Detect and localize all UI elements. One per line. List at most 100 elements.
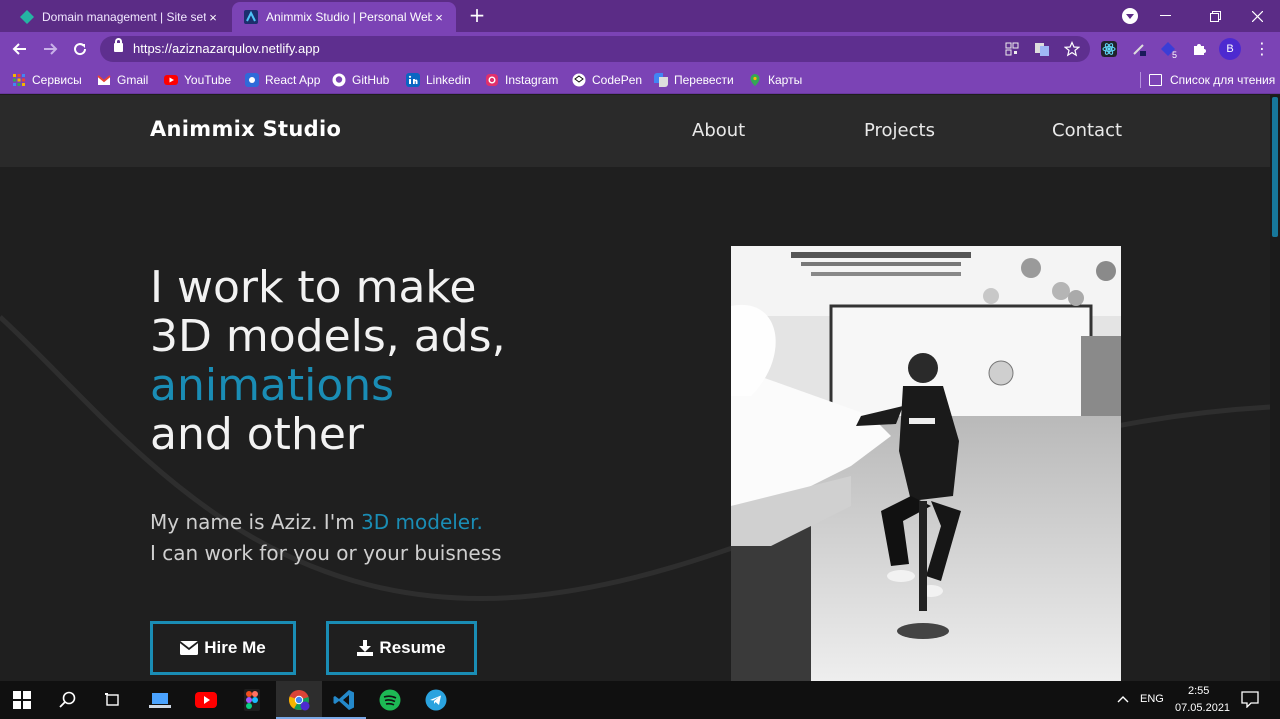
restore-icon <box>1209 10 1221 22</box>
github-icon <box>332 73 346 87</box>
lock-icon <box>114 38 123 52</box>
bookmark-github[interactable]: GitHub <box>332 71 389 89</box>
bookmark-instagram[interactable]: Instagram <box>485 71 558 89</box>
extensions-puzzle-icon[interactable] <box>1191 41 1207 57</box>
button-label: Hire Me <box>204 638 266 657</box>
minimize-button[interactable] <box>1142 0 1188 32</box>
back-icon[interactable] <box>10 39 30 59</box>
netlify-icon <box>20 10 34 24</box>
bookmark-label: React App <box>265 73 321 87</box>
color-picker-icon[interactable] <box>1131 41 1147 57</box>
profile-photo <box>731 246 1121 681</box>
site-logo[interactable]: Animmix Studio <box>150 117 341 141</box>
bookmark-maps[interactable]: Карты <box>748 71 802 89</box>
apps-icon <box>13 74 25 86</box>
taskbar-spotify-app[interactable] <box>378 688 402 712</box>
search-icon <box>59 691 76 708</box>
maps-icon <box>750 74 760 86</box>
notifications-icon[interactable] <box>1241 691 1259 708</box>
intro-line: I can work for you or your buisness <box>150 541 502 565</box>
show-hidden-icons-icon[interactable] <box>1117 694 1129 704</box>
envelope-icon <box>180 641 199 655</box>
hero-line-accent: animations <box>150 360 395 411</box>
close-icon <box>1251 10 1263 22</box>
intro-role: 3D modeler. <box>361 510 483 534</box>
browser-menu-icon[interactable]: ⋮ <box>1254 40 1270 58</box>
taskbar-telegram-app[interactable] <box>424 688 448 712</box>
bookmark-label: YouTube <box>184 73 232 87</box>
address-bar[interactable]: https://aziznazarqulov.netlify.app <box>100 36 1090 62</box>
bookmark-youtube[interactable]: YouTube <box>164 71 231 89</box>
translate-page-icon[interactable] <box>1034 41 1050 57</box>
tab-close-icon[interactable]: × <box>206 10 220 25</box>
browser-tab-strip: Domain management | Site settin × Animmi… <box>0 0 1280 32</box>
close-window-button[interactable] <box>1234 0 1280 32</box>
forward-icon[interactable] <box>40 39 60 59</box>
bookmark-label: CodePen <box>592 73 643 87</box>
windows-start-icon <box>13 691 31 709</box>
taskbar-figma-app[interactable] <box>240 688 264 712</box>
tab-search-icon[interactable] <box>1122 8 1138 24</box>
url-text: https://aziznazarqulov.netlify.app <box>133 41 320 56</box>
language-indicator[interactable]: ENG <box>1140 693 1164 705</box>
button-label: Resume <box>379 638 446 657</box>
hero-intro: My name is Aziz. I'm 3D modeler. I can w… <box>150 507 502 569</box>
taskbar-chrome-app[interactable] <box>287 688 311 712</box>
bookmark-label: Linkedin <box>426 73 471 87</box>
bookmark-label: GitHub <box>352 73 390 87</box>
browser-toolbar: https://aziznazarqulov.netlify.app 5 <box>0 32 1280 66</box>
task-view-button[interactable] <box>101 688 125 712</box>
hire-me-button[interactable]: Hire Me <box>150 621 296 675</box>
laptop-icon <box>149 693 171 708</box>
resume-button[interactable]: Resume <box>326 621 477 675</box>
reading-list-button[interactable]: Список для чтения <box>1140 66 1275 94</box>
bookmark-codepen[interactable]: CodePen <box>572 71 642 89</box>
qr-code-icon[interactable] <box>1004 41 1020 57</box>
nav-contact[interactable]: Contact <box>1052 120 1122 141</box>
figma-icon <box>244 689 260 711</box>
tab-domain-management[interactable]: Domain management | Site settin × <box>8 2 230 32</box>
spotify-icon <box>379 689 401 711</box>
bookmark-react-app[interactable]: React App <box>245 71 320 89</box>
taskbar-youtube-app[interactable] <box>194 688 218 712</box>
bookmark-label: Перевести <box>674 73 734 87</box>
download-icon <box>357 640 374 656</box>
youtube-icon <box>164 75 178 85</box>
bookmark-label: Instagram <box>505 73 559 87</box>
vscode-icon <box>333 690 354 710</box>
clock-time[interactable]: 2:55 <box>1188 685 1209 697</box>
taskbar-vscode-app[interactable] <box>332 688 356 712</box>
react-devtools-icon[interactable] <box>1101 41 1117 57</box>
new-tab-button[interactable]: + <box>466 4 488 26</box>
taskbar-search-button[interactable] <box>56 688 80 712</box>
nav-about[interactable]: About <box>692 120 745 141</box>
tab-title: Domain management | Site settin <box>42 10 206 24</box>
hero-line: and other <box>150 409 364 460</box>
tab-close-icon[interactable]: × <box>432 10 446 25</box>
bookmark-star-icon[interactable] <box>1064 41 1080 57</box>
react-icon <box>245 73 259 87</box>
tab-animmix-studio[interactable]: Animmix Studio | Personal Websi × <box>232 2 456 32</box>
hero-line: 3D models, ads, <box>150 311 506 362</box>
codepen-icon <box>572 73 586 87</box>
bookmark-label: Gmail <box>117 73 149 87</box>
reload-icon[interactable] <box>70 39 90 59</box>
instagram-icon <box>486 74 498 86</box>
website-viewport: Animmix Studio About Projects Contact I … <box>0 95 1270 681</box>
clock-date[interactable]: 07.05.2021 <box>1175 702 1230 714</box>
extension-badge: 5 <box>1172 50 1178 60</box>
restore-button[interactable] <box>1192 0 1238 32</box>
nav-projects[interactable]: Projects <box>864 120 935 141</box>
bookmark-gmail[interactable]: Gmail <box>97 71 148 89</box>
bookmark-translate[interactable]: Перевести <box>654 71 734 89</box>
task-view-icon <box>105 693 119 706</box>
start-button[interactable] <box>10 688 34 712</box>
chrome-icon <box>288 690 310 711</box>
intro-line: My name is Aziz. I'm 3D modeler. <box>150 507 502 538</box>
scrollbar-thumb[interactable] <box>1272 97 1278 237</box>
taskbar-laptop-app[interactable] <box>148 688 172 712</box>
bookmark-services[interactable]: Сервисы <box>12 71 82 89</box>
profile-photo-image <box>731 246 1121 681</box>
profile-avatar[interactable]: B <box>1219 38 1241 60</box>
bookmark-linkedin[interactable]: Linkedin <box>406 71 471 89</box>
